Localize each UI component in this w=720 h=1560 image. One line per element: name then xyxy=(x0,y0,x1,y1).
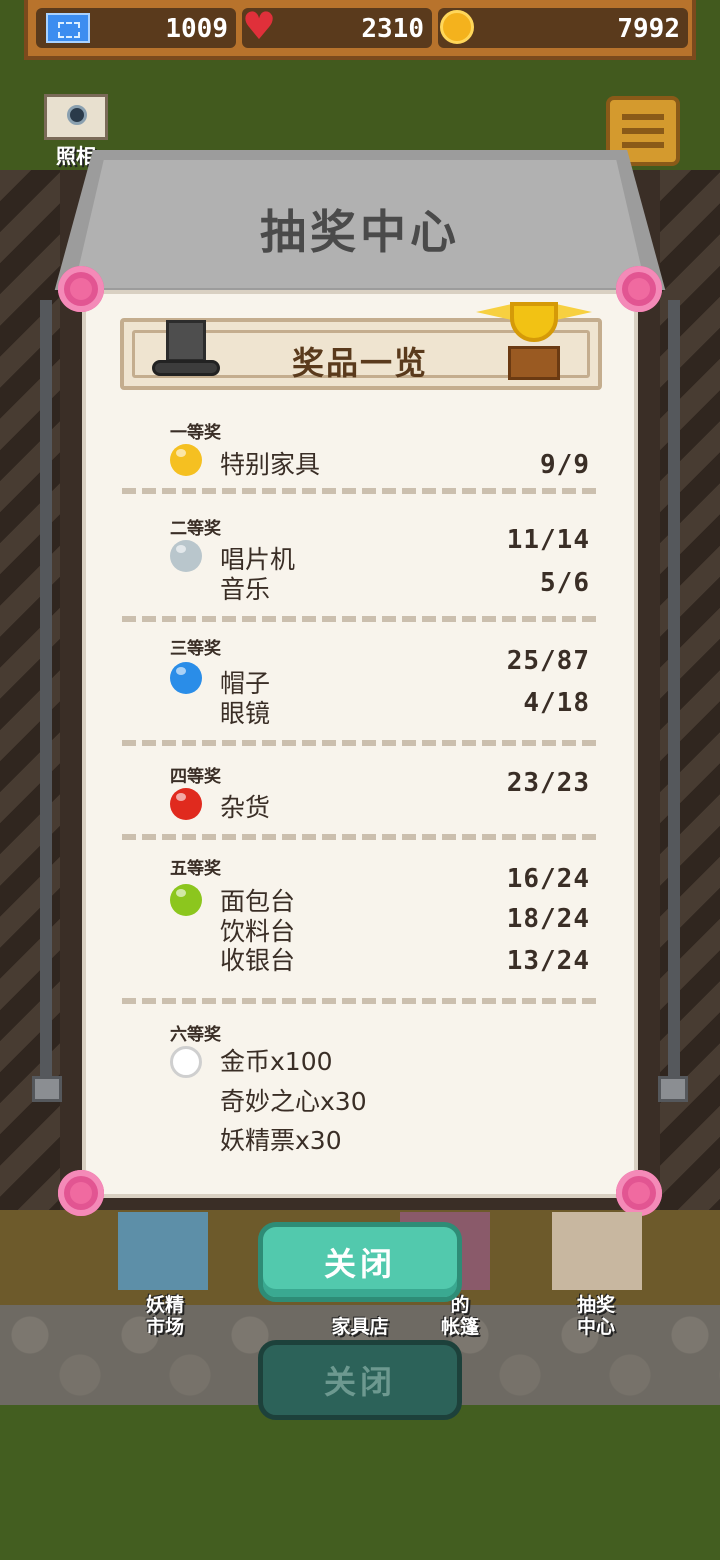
grass-background-bottom xyxy=(0,1405,720,1560)
currency-bar: 1009 ♥ 2310 7992 xyxy=(24,0,696,60)
tier-3-label: 三等奖 xyxy=(170,639,221,659)
tier-5-count-2: 18/24 xyxy=(506,904,590,934)
camera-icon xyxy=(67,105,87,125)
rose-icon xyxy=(616,266,662,312)
tier-6-label: 六等奖 xyxy=(170,1025,221,1045)
blue-gem-icon xyxy=(170,662,202,694)
coin-icon xyxy=(440,10,474,44)
divider xyxy=(122,998,598,1004)
right-pole xyxy=(668,300,680,1100)
tier-5-count-1: 16/24 xyxy=(506,864,590,894)
gold-gem-icon xyxy=(170,444,202,476)
shop-title: 抽奖中心 xyxy=(260,205,460,259)
fairy-market-stall[interactable] xyxy=(118,1212,208,1290)
tier-5-item-3: 收银台 xyxy=(220,946,296,975)
tier-2-label: 二等奖 xyxy=(170,519,221,539)
tier-5-label: 五等奖 xyxy=(170,859,221,879)
heart-count: 2310 xyxy=(361,14,424,44)
coin-count: 7992 xyxy=(617,14,680,44)
tier-6-item-2: 奇妙之心x30 xyxy=(220,1087,367,1116)
divider xyxy=(122,488,598,494)
close-button-background: 关闭 xyxy=(258,1340,462,1420)
rose-icon xyxy=(616,1170,662,1216)
trophy-icon xyxy=(476,298,592,386)
tier-2-count-1: 11/14 xyxy=(506,525,590,555)
ticket-counter: 1009 xyxy=(36,8,236,48)
trophy-wing-right xyxy=(556,304,592,320)
tier-3-item-2: 眼镜 xyxy=(220,699,271,728)
trophy-base xyxy=(508,346,560,380)
divider xyxy=(122,616,598,622)
menu-icon-line xyxy=(622,128,664,134)
fairy-ticket-icon xyxy=(46,13,90,43)
tier-3-count-1: 25/87 xyxy=(506,646,590,676)
tier-6-item-1: 金币x100 xyxy=(220,1047,333,1076)
trophy-cup xyxy=(510,302,558,342)
lottery-center-stall[interactable] xyxy=(552,1212,642,1290)
ticket-count: 1009 xyxy=(165,14,228,44)
stall-label-lottery-center[interactable]: 抽奖 中心 xyxy=(556,1294,636,1338)
tier-3-count-2: 4/18 xyxy=(523,688,590,718)
silver-gem-icon xyxy=(170,540,202,572)
trophy-wing-left xyxy=(476,304,512,320)
coin-counter: 7992 xyxy=(438,8,688,48)
menu-icon-line xyxy=(622,142,664,148)
tier-5-count-3: 13/24 xyxy=(506,946,590,976)
divider xyxy=(122,834,598,840)
tier-4-label: 四等奖 xyxy=(170,767,221,787)
tier-1-item-1: 特别家具 xyxy=(220,450,321,479)
tier-4-count-1: 23/23 xyxy=(506,768,590,798)
tier-1-count-1: 9/9 xyxy=(540,450,590,480)
divider xyxy=(122,740,598,746)
left-pole-base xyxy=(32,1076,62,1102)
tier-2-count-2: 5/6 xyxy=(540,568,590,598)
white-gem-icon xyxy=(170,1046,202,1078)
heart-icon: ♥ xyxy=(242,4,277,48)
heart-counter: ♥ 2310 xyxy=(242,4,432,48)
stall-label-fairy-market[interactable]: 妖精 市场 xyxy=(130,1294,200,1338)
camera-button[interactable] xyxy=(44,94,108,140)
right-pole-base xyxy=(658,1076,688,1102)
tier-2-item-2: 音乐 xyxy=(220,575,271,604)
tier-6-item-3: 妖精票x30 xyxy=(220,1126,342,1155)
red-gem-icon xyxy=(170,788,202,820)
green-gem-icon xyxy=(170,884,202,916)
rose-icon xyxy=(58,266,104,312)
tier-1-label: 一等奖 xyxy=(170,423,221,443)
rose-icon xyxy=(58,1170,104,1216)
left-pole xyxy=(40,300,52,1100)
close-button[interactable]: 关闭 xyxy=(258,1222,462,1302)
tier-4-item-1: 杂货 xyxy=(220,793,271,822)
menu-icon xyxy=(622,114,664,120)
